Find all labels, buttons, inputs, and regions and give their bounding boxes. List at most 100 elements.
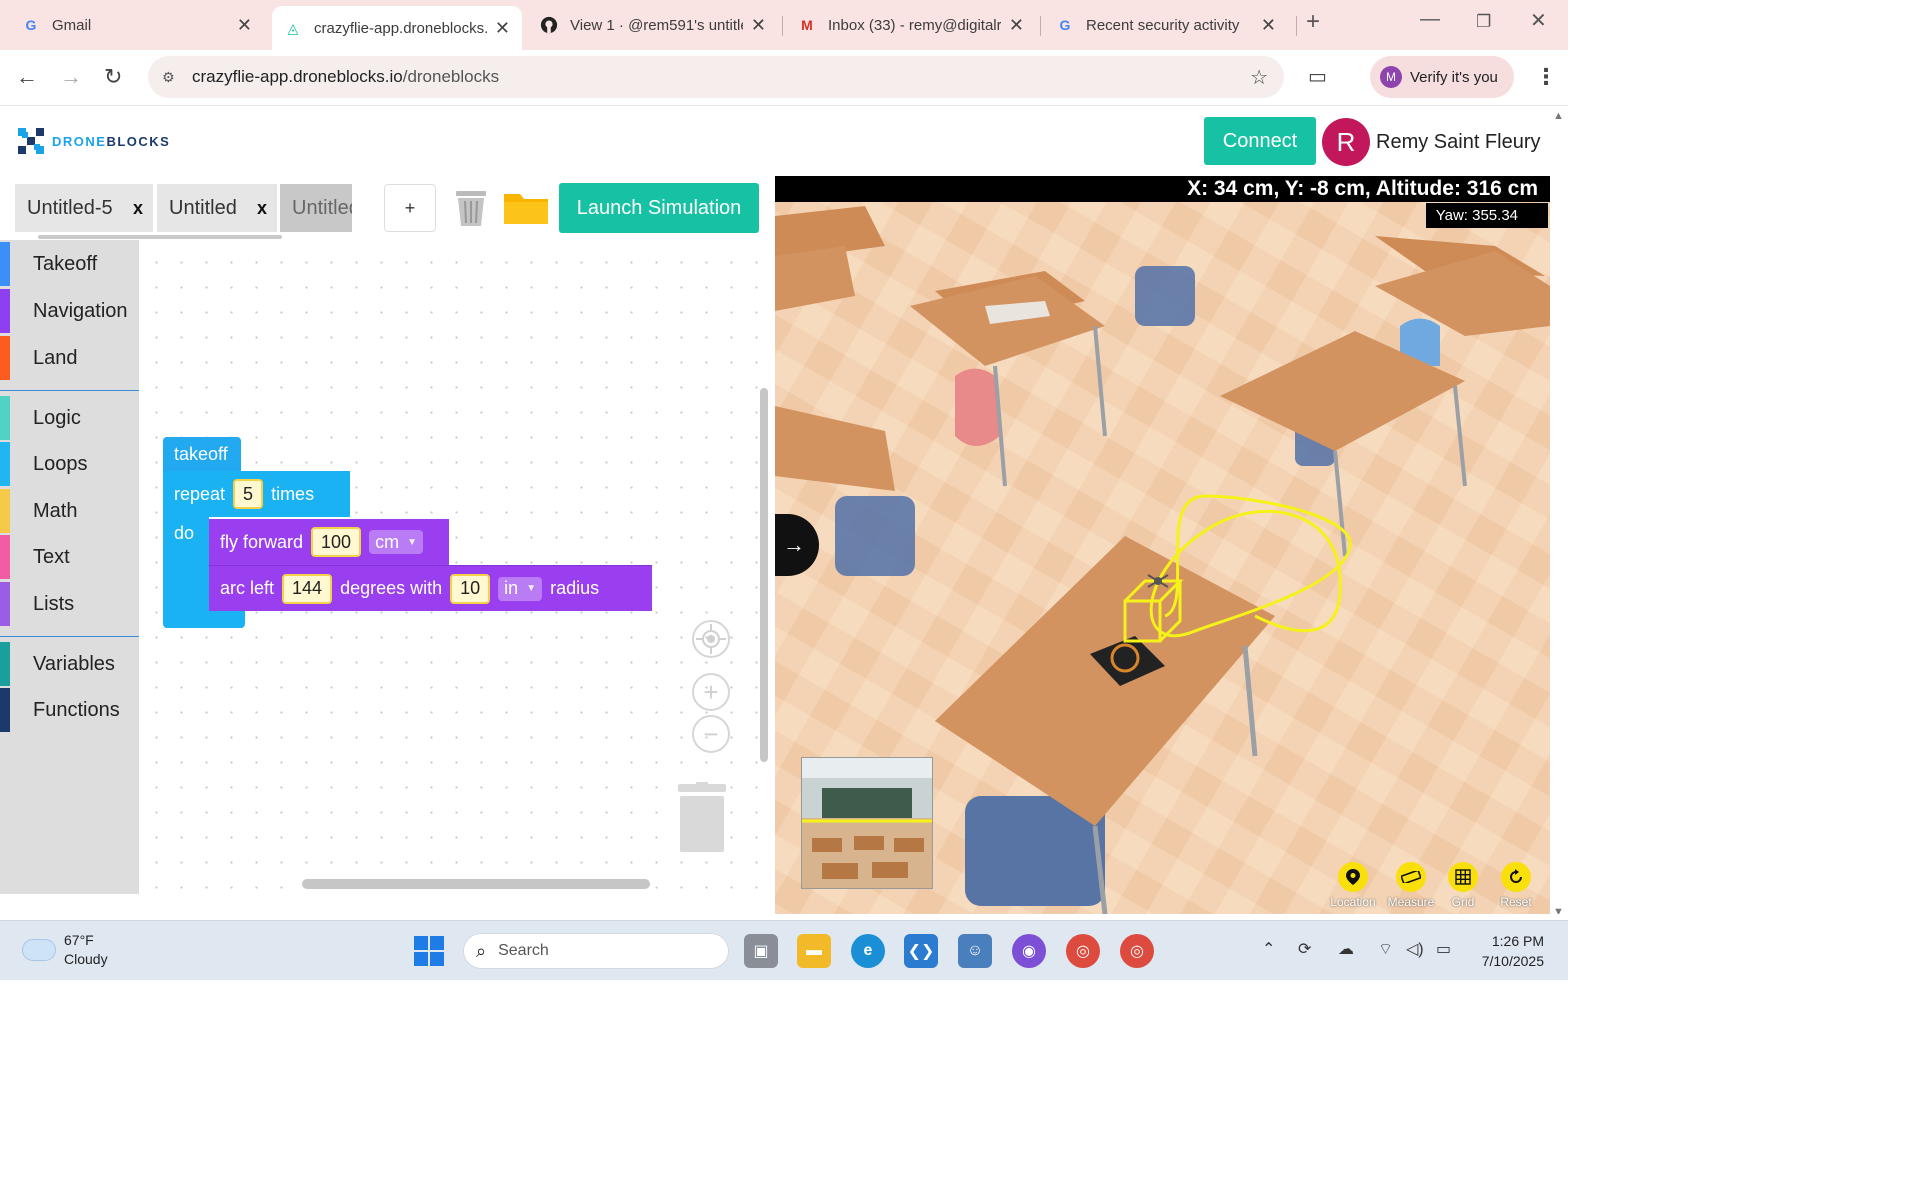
system-clock[interactable]: 1:26 PM 7/10/2025 [1470, 931, 1544, 971]
reset-button[interactable]: Reset [1491, 862, 1541, 909]
arc-left-block[interactable]: arc left 144 degrees with 10 in ▼ radius [209, 565, 652, 611]
close-icon[interactable]: ✕ [1261, 15, 1276, 36]
restore-icon[interactable]: ❐ [1476, 12, 1491, 32]
toolbox-category-logic[interactable]: Logic [0, 396, 139, 440]
toolbox-category-functions[interactable]: Functions [0, 688, 139, 732]
repeat-block[interactable]: repeat 5 times [163, 471, 350, 517]
cloud-sync-icon[interactable]: ☁ [1338, 939, 1354, 959]
url-host: crazyflie-app.droneblocks.io [192, 67, 403, 86]
zoom-in-icon[interactable]: + [692, 673, 730, 711]
user-avatar[interactable]: R [1322, 118, 1370, 166]
page-scrollbar[interactable]: ▲ ▼ [1550, 106, 1568, 920]
new-tab-button[interactable]: + [1306, 8, 1320, 36]
connect-button[interactable]: Connect [1204, 117, 1316, 165]
toolbox-category-text[interactable]: Text [0, 535, 139, 579]
program-tab[interactable]: Untitled [280, 184, 352, 232]
github-desktop-icon[interactable]: ◉ [1012, 934, 1046, 968]
toolbox-category-navigation[interactable]: Navigation [0, 289, 139, 333]
open-folder-icon[interactable] [502, 190, 550, 226]
toolbox-category-takeoff[interactable]: Takeoff [0, 242, 139, 286]
grid-icon [1448, 862, 1478, 892]
browser-tab-github[interactable]: View 1 · @rem591's untitle ✕ [528, 6, 778, 44]
reload-icon[interactable]: ↻ [104, 64, 122, 90]
browser-tab-gmail[interactable]: G Gmail ✕ [10, 6, 264, 44]
window-close-icon[interactable]: ✕ [1530, 8, 1547, 33]
weather-widget[interactable]: 67°F Cloudy [22, 931, 108, 969]
droneblocks-logo[interactable]: DRONEBLOCKS [16, 126, 170, 156]
battery-icon[interactable]: ▭ [1436, 939, 1451, 959]
chrome-profile-icon[interactable]: ◎ [1120, 934, 1154, 968]
fly-unit-dropdown[interactable]: cm ▼ [369, 530, 423, 554]
arc-unit-dropdown[interactable]: in ▼ [498, 576, 543, 601]
workspace-vertical-scrollbar[interactable] [760, 388, 768, 762]
measure-button[interactable]: Measure [1386, 862, 1436, 909]
toolbox-category-lists[interactable]: Lists [0, 582, 139, 626]
toolbox-category-math[interactable]: Math [0, 489, 139, 533]
droneblocks-icon: ◬ [287, 19, 299, 36]
windows-start-icon[interactable] [414, 936, 444, 966]
edge-icon[interactable]: e [851, 934, 885, 968]
toolbox-category-variables[interactable]: Variables [0, 642, 139, 686]
ruler-icon [1396, 862, 1426, 892]
program-tab[interactable]: Untitled x [157, 184, 277, 232]
simulator-minimap[interactable] [801, 757, 933, 889]
workspace-horizontal-scrollbar[interactable] [302, 879, 650, 889]
category-label: Navigation [33, 299, 128, 322]
zoom-out-icon[interactable]: − [692, 715, 730, 753]
fly-distance-input[interactable]: 100 [311, 527, 362, 557]
user-name[interactable]: Remy Saint Fleury [1376, 131, 1541, 154]
bookmark-star-icon[interactable]: ☆ [1250, 65, 1268, 90]
category-color [0, 582, 10, 626]
workspace-trash-icon[interactable] [676, 782, 728, 854]
takeoff-block[interactable]: takeoff [163, 437, 241, 471]
close-icon[interactable]: ✕ [237, 15, 252, 36]
arc-radius-input[interactable]: 10 [450, 573, 491, 604]
sync-icon[interactable]: ⟳ [1298, 939, 1311, 959]
cast-icon[interactable]: ▭ [1308, 64, 1327, 89]
weather-condition: Cloudy [64, 951, 108, 967]
tray-chevron-up-icon[interactable]: ⌃ [1262, 939, 1275, 959]
add-program-tab-button[interactable]: + [384, 184, 436, 232]
category-color [0, 535, 10, 579]
forward-icon[interactable]: → [60, 64, 82, 90]
browser-menu-icon[interactable]: ⋮ [1535, 64, 1557, 90]
vscode-icon[interactable]: ❮❯ [904, 934, 938, 968]
wifi-icon[interactable]: ⌔ [1378, 939, 1393, 959]
radius-label: radius [550, 578, 600, 598]
game-app-icon[interactable]: ☺ [958, 934, 992, 968]
browser-tab-security[interactable]: G Recent security activity ✕ [1044, 6, 1288, 44]
task-view-icon[interactable]: ▣ [744, 934, 778, 968]
back-icon[interactable]: ← [16, 64, 38, 90]
toolbox-category-land[interactable]: Land [0, 336, 139, 380]
recenter-icon[interactable] [692, 620, 730, 658]
minimize-icon[interactable]: — [1420, 8, 1440, 31]
fly-forward-block[interactable]: fly forward 100 cm ▼ [209, 519, 449, 565]
taskbar-search-box[interactable]: ⌕ Search [463, 933, 729, 969]
close-icon[interactable]: ✕ [495, 18, 510, 39]
repeat-count-input[interactable]: 5 [233, 479, 264, 509]
volume-icon[interactable]: ◁) [1406, 939, 1424, 959]
arc-degrees-input[interactable]: 144 [282, 573, 333, 604]
launch-simulation-button[interactable]: Launch Simulation [559, 183, 759, 233]
repeat-block-footer[interactable] [163, 610, 245, 628]
browser-tab-droneblocks[interactable]: ◬ crazyflie-app.droneblocks. ✕ [272, 6, 522, 50]
delete-program-icon[interactable] [452, 188, 490, 228]
address-bar[interactable]: ⚙ crazyflie-app.droneblocks.io/dronebloc… [148, 56, 1284, 98]
profile-verify-button[interactable]: M Verify it's you [1370, 56, 1514, 98]
program-tab-close[interactable]: x [257, 198, 267, 219]
program-tab-close[interactable]: x [133, 198, 143, 219]
close-icon[interactable]: ✕ [1009, 15, 1024, 36]
program-tabs-scrollbar[interactable] [38, 235, 282, 239]
chrome-icon[interactable]: ◎ [1066, 934, 1100, 968]
site-info-icon[interactable]: ⚙ [162, 69, 182, 86]
location-button[interactable]: Location [1328, 862, 1378, 909]
times-label: times [271, 483, 315, 504]
category-label: Text [33, 545, 70, 568]
toolbox-category-loops[interactable]: Loops [0, 442, 139, 486]
program-tab[interactable]: Untitled-5 x [15, 184, 153, 232]
close-icon[interactable]: ✕ [751, 15, 766, 36]
grid-button[interactable]: Grid [1438, 862, 1488, 909]
browser-tab-inbox[interactable]: M Inbox (33) - remy@digitalr ✕ [786, 6, 1036, 44]
scroll-up-icon[interactable]: ▲ [1553, 110, 1564, 122]
file-explorer-icon[interactable]: ▬ [797, 934, 831, 968]
